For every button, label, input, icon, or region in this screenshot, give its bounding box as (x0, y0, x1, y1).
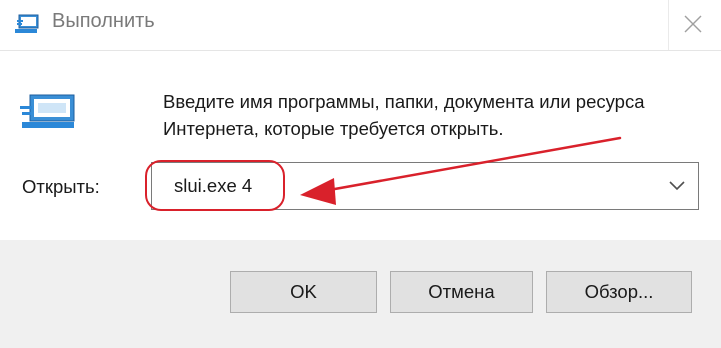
dialog-description: Введите имя программы, папки, документа … (163, 91, 645, 139)
run-icon (18, 94, 78, 130)
ok-button[interactable]: OK (230, 271, 377, 313)
close-button[interactable] (665, 0, 721, 50)
run-icon (14, 13, 40, 35)
open-input[interactable]: slui.exe 4 (174, 175, 252, 197)
cancel-button[interactable]: Отмена (390, 271, 533, 313)
open-combobox[interactable]: slui.exe 4 (151, 162, 699, 210)
browse-button[interactable]: Обзор... (546, 271, 692, 313)
window-title: Выполнить (52, 10, 155, 32)
run-dialog: Выполнить Введите имя программы, папки, … (0, 0, 721, 348)
title-bar: Выполнить (0, 0, 721, 51)
open-label: Открыть: (22, 176, 100, 197)
dialog-content: Введите имя программы, папки, документа … (0, 51, 721, 240)
dropdown-button[interactable] (662, 169, 692, 203)
